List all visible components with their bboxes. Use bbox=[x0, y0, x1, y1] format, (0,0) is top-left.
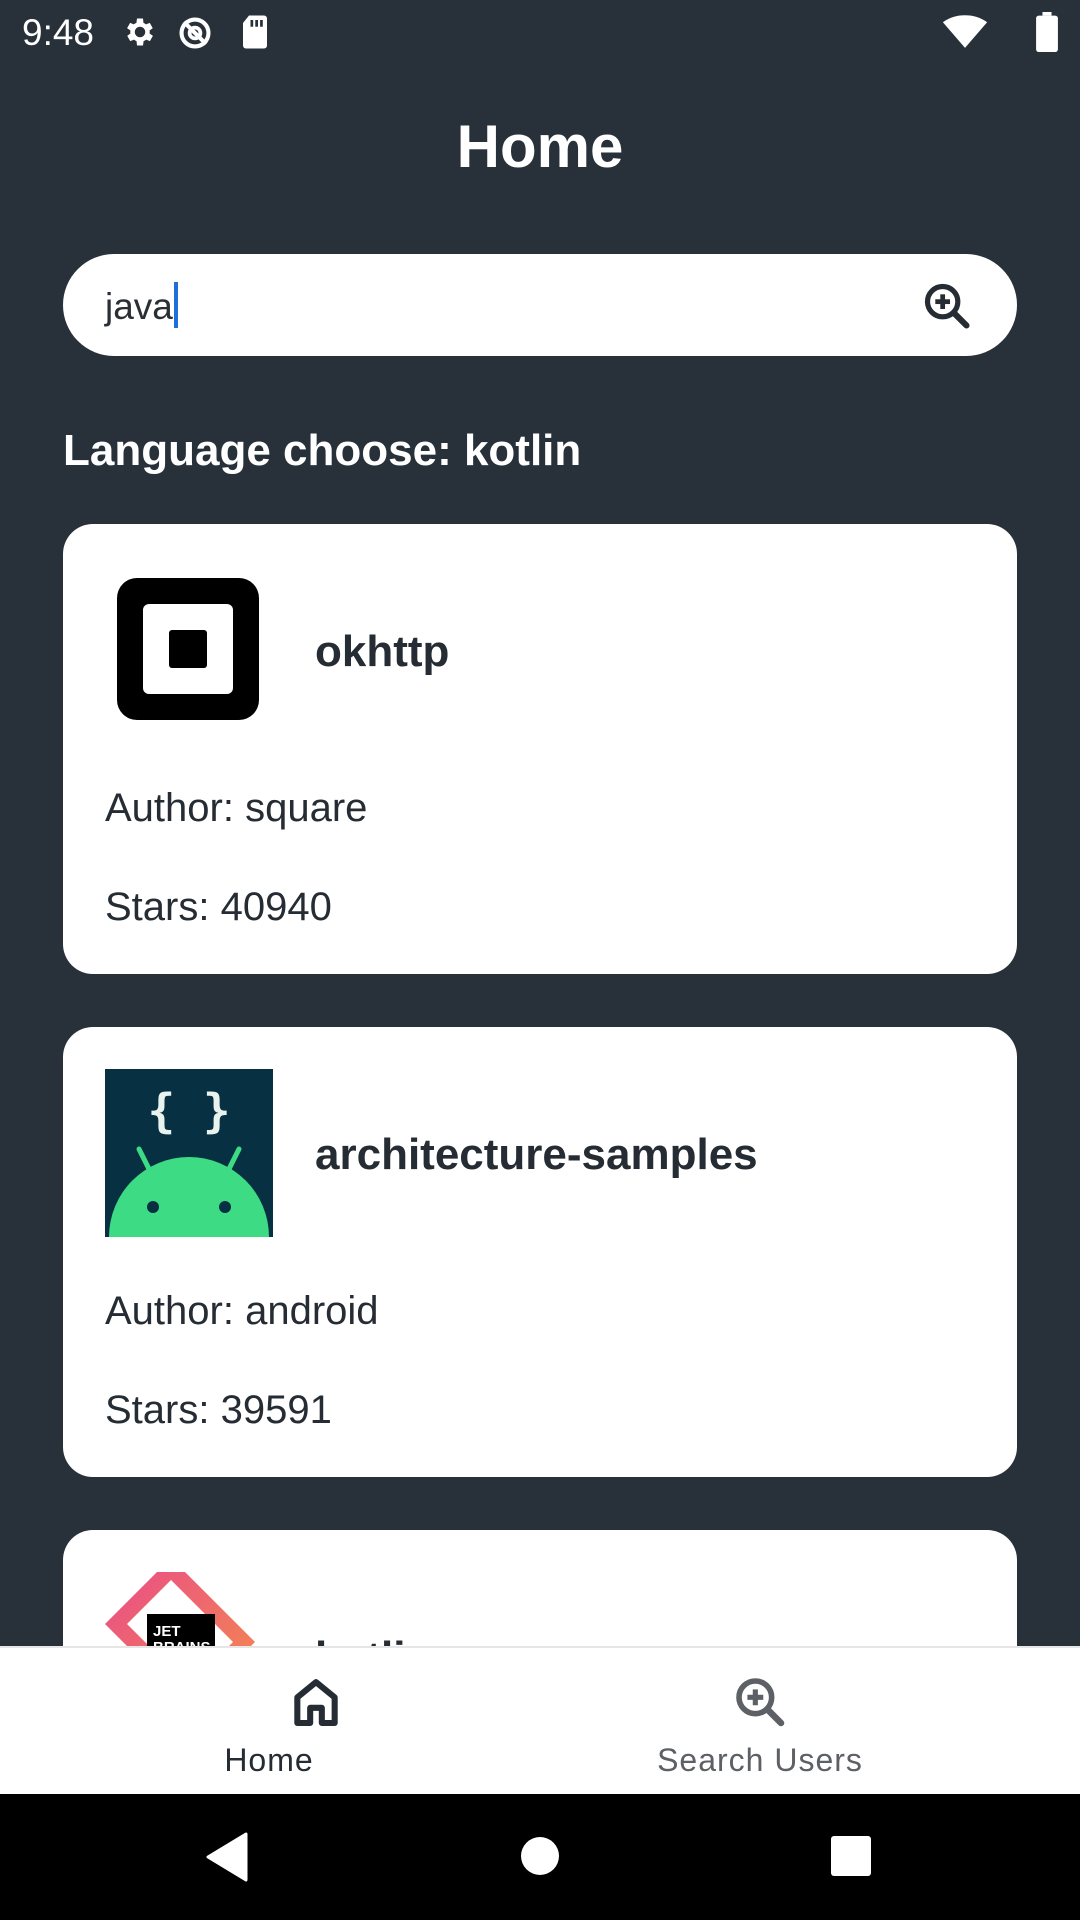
page-title: Home bbox=[456, 113, 624, 180]
nav-item-search-users[interactable]: Search Users bbox=[490, 1648, 1030, 1796]
repo-stars: Stars: 40940 bbox=[105, 885, 332, 929]
repo-name: kotlin bbox=[315, 1633, 432, 1646]
repo-author: Author: square bbox=[105, 786, 368, 830]
search-plus-icon bbox=[736, 1678, 785, 1727]
repo-card[interactable]: { } architecture-samples Author: android… bbox=[63, 1027, 1017, 1477]
status-time: 9:48 bbox=[22, 12, 95, 53]
text-caret bbox=[173, 282, 178, 328]
android-logo-avatar: { } bbox=[105, 1069, 273, 1237]
battery-icon bbox=[1036, 12, 1058, 52]
repo-list[interactable]: okhttp Author: square Stars: 40940 { } a… bbox=[0, 520, 1080, 1646]
svg-text:BRAINS: BRAINS bbox=[153, 1639, 211, 1646]
sync-off-icon bbox=[179, 17, 211, 49]
jetbrains-logo-avatar: JET BRAINS bbox=[105, 1572, 255, 1646]
square-logo-avatar bbox=[117, 578, 259, 720]
svg-text:{ }: { } bbox=[147, 1084, 230, 1138]
sd-card-icon bbox=[243, 15, 267, 49]
repo-author: Author: android bbox=[105, 1289, 379, 1333]
wifi-icon bbox=[942, 15, 988, 48]
status-bar: 9:48 bbox=[0, 0, 1080, 64]
bottom-navigation: Home Search Users bbox=[0, 1646, 1080, 1794]
home-icon bbox=[294, 1679, 338, 1727]
repo-card[interactable]: okhttp Author: square Stars: 40940 bbox=[63, 524, 1017, 974]
nav-label-home: Home bbox=[224, 1742, 314, 1778]
home-circle-icon[interactable] bbox=[520, 1836, 560, 1876]
repo-stars: Stars: 39591 bbox=[105, 1388, 332, 1432]
svg-text:JET: JET bbox=[153, 1623, 181, 1640]
back-icon[interactable] bbox=[204, 1832, 248, 1882]
search-plus-icon[interactable] bbox=[921, 280, 973, 332]
repo-name: architecture-samples bbox=[315, 1130, 758, 1179]
nav-label-search-users: Search Users bbox=[657, 1742, 863, 1778]
system-navigation-bar bbox=[0, 1794, 1080, 1920]
repo-name: okhttp bbox=[315, 627, 450, 676]
repo-card[interactable]: JET BRAINS kotlin bbox=[63, 1530, 1017, 1646]
search-bar[interactable]: java bbox=[63, 254, 1017, 356]
search-input-value: java bbox=[105, 286, 173, 327]
search-input[interactable]: java bbox=[105, 282, 178, 328]
gear-icon bbox=[127, 18, 153, 46]
language-heading: Language choose: kotlin bbox=[63, 426, 582, 475]
recents-icon[interactable] bbox=[831, 1836, 871, 1876]
